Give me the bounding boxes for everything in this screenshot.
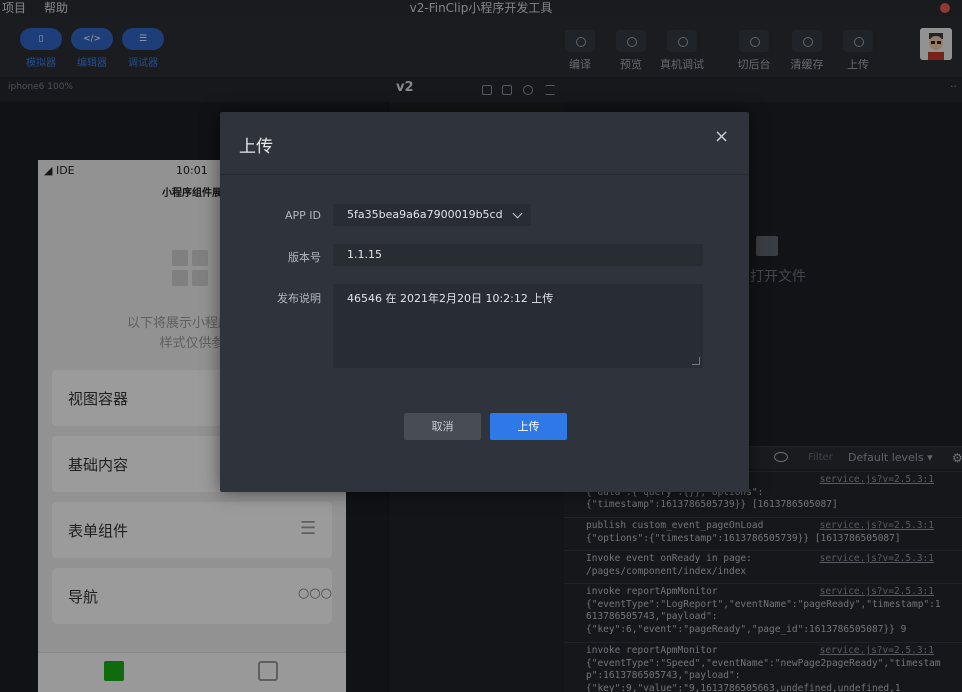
appid-label: APP ID [284, 209, 321, 222]
dialog-divider [220, 174, 749, 175]
close-icon[interactable]: × [714, 128, 729, 146]
cancel-button[interactable]: 取消 [404, 413, 481, 440]
release-note-label: 发布说明 [277, 292, 321, 305]
chevron-down-icon [512, 208, 523, 219]
version-input[interactable]: 1.1.15 [333, 244, 703, 266]
resize-handle-icon[interactable] [692, 357, 700, 365]
appid-value: 5fa35bea9a6a7900019b5cd [347, 208, 503, 221]
upload-submit-button[interactable]: 上传 [490, 413, 567, 440]
release-note-value: 46546 在 2021年2月20日 10:2:12 上传 [347, 292, 554, 305]
dialog-title: 上传 [239, 137, 273, 157]
version-label: 版本号 [288, 251, 321, 264]
release-note-textarea[interactable]: 46546 在 2021年2月20日 10:2:12 上传 [333, 284, 703, 368]
upload-dialog: 上传 × APP ID 5fa35bea9a6a7900019b5cd 版本号 … [220, 112, 749, 492]
version-value: 1.1.15 [347, 248, 382, 261]
appid-select[interactable]: 5fa35bea9a6a7900019b5cd [333, 204, 531, 226]
